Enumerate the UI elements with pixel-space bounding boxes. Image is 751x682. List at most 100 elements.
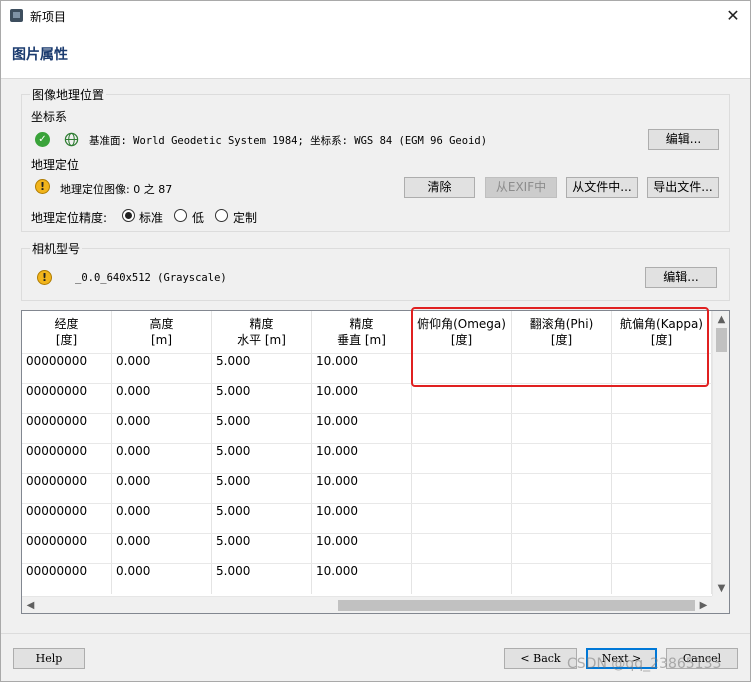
cell-kappa[interactable] [612,444,712,474]
cell-accuracy-horizontal[interactable]: 5.000 [212,474,312,504]
cell-altitude[interactable]: 0.000 [112,414,212,444]
cell-accuracy-horizontal[interactable]: 5.000 [212,414,312,444]
scroll-down-icon[interactable]: ▼ [713,580,729,597]
cell-phi[interactable] [512,474,612,504]
edit-coord-system-button[interactable]: 编辑... [648,129,719,150]
cell-phi[interactable] [512,384,612,414]
cell-omega[interactable] [412,564,512,594]
cell-phi[interactable] [512,564,612,594]
cell-longitude[interactable]: 00000000 [22,504,112,534]
horizontal-scroll-thumb[interactable] [338,600,695,611]
scroll-up-icon[interactable]: ▲ [713,311,729,328]
annotation-highlight-box [411,307,709,387]
cell-accuracy-horizontal[interactable]: 5.000 [212,534,312,564]
cell-kappa[interactable] [612,474,712,504]
vertical-scroll-thumb[interactable] [716,328,727,352]
vertical-scrollbar[interactable]: ▲ ▼ [712,311,729,597]
cell-phi[interactable] [512,414,612,444]
cell-accuracy-horizontal[interactable]: 5.000 [212,354,312,384]
cell-altitude[interactable]: 0.000 [112,474,212,504]
cell-accuracy-vertical[interactable]: 10.000 [312,534,412,564]
geo-label: 地理定位 [31,158,80,172]
cell-phi[interactable] [512,534,612,564]
from-file-button[interactable]: 从文件中... [566,177,638,198]
cell-longitude[interactable]: 00000000 [22,564,112,594]
help-button[interactable]: Help [13,648,85,669]
col-header-longitude[interactable]: 经度 [度] [22,311,112,353]
accuracy-custom-label: 定制 [233,211,258,225]
accuracy-low-label: 低 [192,211,205,225]
accuracy-standard-radio[interactable] [122,209,135,222]
close-button[interactable]: ✕ [722,5,744,27]
export-file-button[interactable]: 导出文件... [647,177,719,198]
cell-kappa[interactable] [612,384,712,414]
cell-altitude[interactable]: 0.000 [112,444,212,474]
cell-altitude[interactable]: 0.000 [112,564,212,594]
cell-kappa[interactable] [612,504,712,534]
cell-longitude[interactable]: 00000000 [22,444,112,474]
scroll-right-icon[interactable]: ▶ [695,597,712,613]
col-header-accuracy-horizontal[interactable]: 精度 水平 [m] [212,311,312,353]
cell-longitude[interactable]: 00000000 [22,534,112,564]
cell-accuracy-vertical[interactable]: 10.000 [312,564,412,594]
from-exif-button[interactable]: 从EXIF中 [485,177,557,198]
scroll-corner [712,596,729,613]
page-title: 图片属性 [12,47,68,63]
cell-phi[interactable] [512,444,612,474]
cell-accuracy-horizontal[interactable]: 5.000 [212,384,312,414]
cell-accuracy-horizontal[interactable]: 5.000 [212,504,312,534]
cell-altitude[interactable]: 0.000 [112,534,212,564]
cell-longitude[interactable]: 00000000 [22,354,112,384]
camera-model-text: _0.0_640x512 (Grayscale) [75,272,227,284]
col-header-altitude[interactable]: 高度 [m] [112,311,212,353]
cell-accuracy-horizontal[interactable]: 5.000 [212,444,312,474]
col-header-accuracy-vertical[interactable]: 精度 垂直 [m] [312,311,412,353]
accuracy-standard-label: 标准 [139,211,164,225]
cell-kappa[interactable] [612,414,712,444]
table-row[interactable]: 00000000 0.000 5.000 10.000 [22,503,712,534]
cell-accuracy-vertical[interactable]: 10.000 [312,414,412,444]
warning-icon: ! [35,179,50,194]
cell-omega[interactable] [412,534,512,564]
cell-accuracy-vertical[interactable]: 10.000 [312,474,412,504]
camera-warning-icon: ! [37,270,52,285]
cell-altitude[interactable]: 0.000 [112,504,212,534]
cell-altitude[interactable]: 0.000 [112,384,212,414]
cell-accuracy-vertical[interactable]: 10.000 [312,354,412,384]
cell-longitude[interactable]: 00000000 [22,474,112,504]
cell-omega[interactable] [412,414,512,444]
cell-omega[interactable] [412,474,512,504]
scroll-left-icon[interactable]: ◀ [22,597,39,613]
footer-divider [1,633,750,634]
edit-camera-button[interactable]: 编辑... [645,267,717,288]
clear-button[interactable]: 清除 [404,177,475,198]
cell-longitude[interactable]: 00000000 [22,384,112,414]
cell-accuracy-horizontal[interactable]: 5.000 [212,564,312,594]
cell-kappa[interactable] [612,564,712,594]
table-row[interactable]: 00000000 0.000 5.000 10.000 [22,563,712,594]
accuracy-custom-radio[interactable] [215,209,228,222]
cell-omega[interactable] [412,504,512,534]
table-row[interactable]: 00000000 0.000 5.000 10.000 [22,383,712,414]
cell-altitude[interactable]: 0.000 [112,354,212,384]
cell-accuracy-vertical[interactable]: 10.000 [312,444,412,474]
table-row[interactable]: 00000000 0.000 5.000 10.000 [22,473,712,504]
cell-kappa[interactable] [612,534,712,564]
coord-system-label: 坐标系 [31,110,68,124]
cell-omega[interactable] [412,384,512,414]
cell-accuracy-vertical[interactable]: 10.000 [312,384,412,414]
cell-longitude[interactable]: 00000000 [22,414,112,444]
cell-accuracy-vertical[interactable]: 10.000 [312,504,412,534]
geolocation-legend: 图像地理位置 [30,86,107,103]
accuracy-low-radio[interactable] [174,209,187,222]
cell-phi[interactable] [512,504,612,534]
globe-icon [64,132,79,147]
accuracy-label: 地理定位精度: [31,211,108,225]
app-icon [10,9,23,22]
table-row[interactable]: 00000000 0.000 5.000 10.000 [22,413,712,444]
dialog-window: 新项目 ✕ 图片属性 图像地理位置 坐标系 ✓ 基准面: World Geode… [0,0,751,682]
horizontal-scrollbar[interactable]: ◀ ▶ [22,596,712,613]
table-row[interactable]: 00000000 0.000 5.000 10.000 [22,533,712,564]
table-row[interactable]: 00000000 0.000 5.000 10.000 [22,443,712,474]
cell-omega[interactable] [412,444,512,474]
